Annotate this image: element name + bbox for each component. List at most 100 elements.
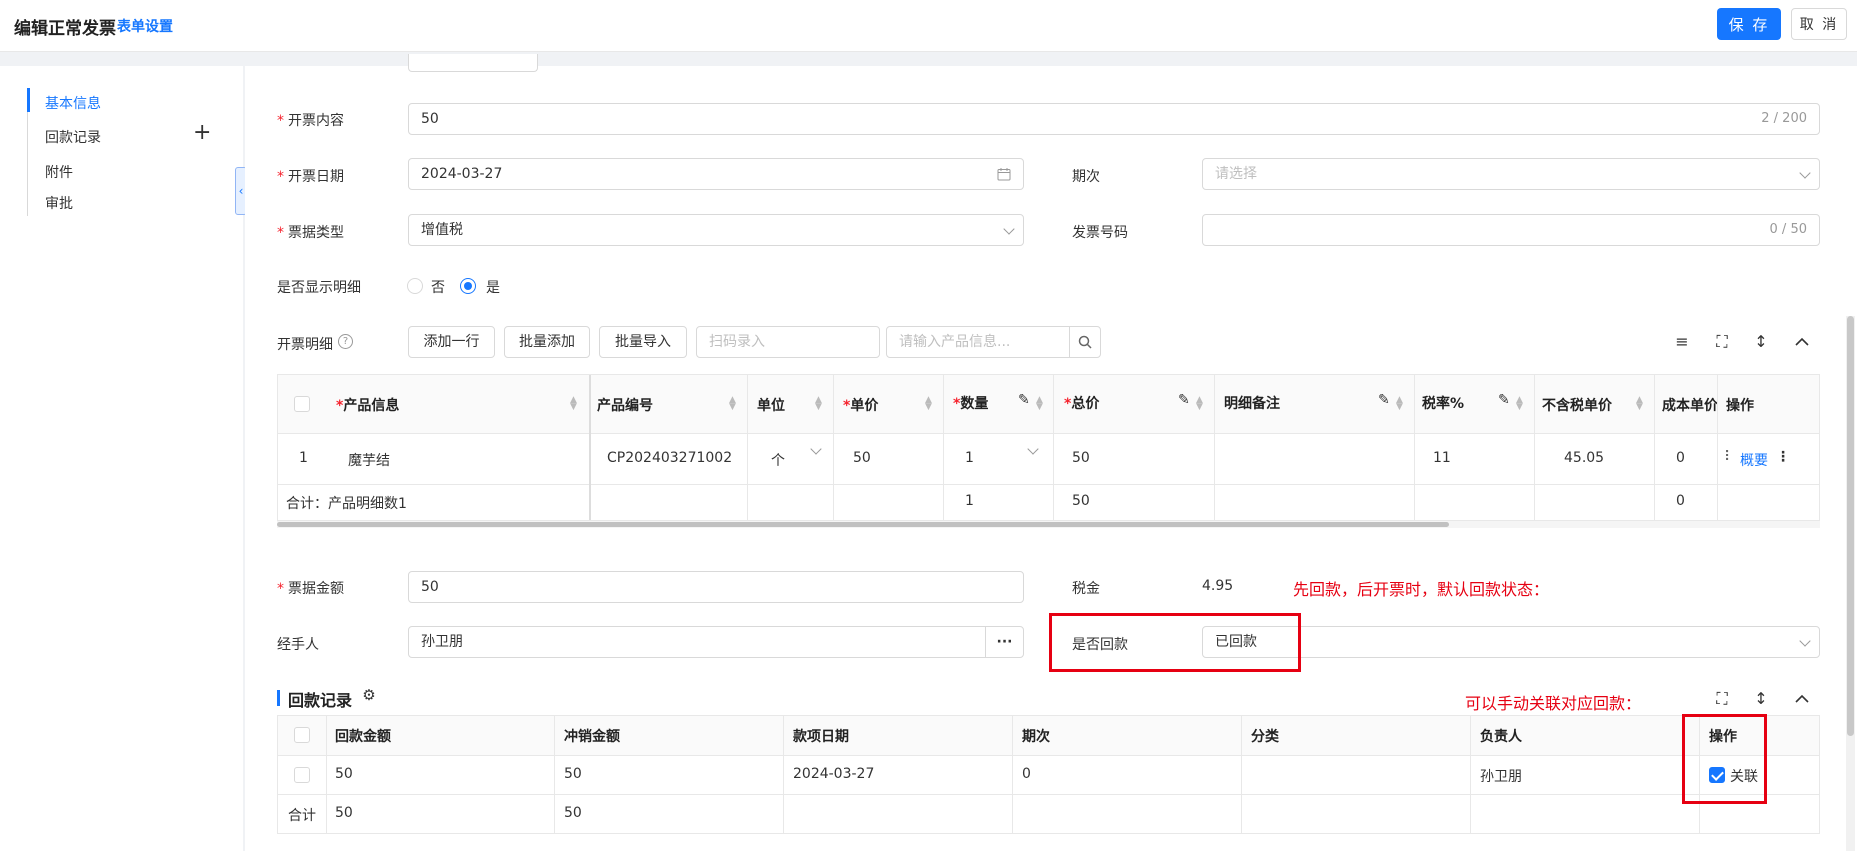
header-net-price[interactable]: 不含税单价 (1542, 395, 1612, 415)
nav-item-basic-info[interactable]: 基本信息 (45, 93, 101, 113)
edit-icon[interactable]: ✎ (1498, 392, 1510, 408)
show-detail-no-radio[interactable] (407, 278, 423, 294)
sort-icon[interactable]: ▲ ▼ (1196, 396, 1203, 412)
scan-input[interactable]: 扫码录入 (696, 326, 880, 358)
header-product-info[interactable]: *产品信息 (336, 395, 399, 415)
sort-icon[interactable]: ▲ ▼ (1396, 396, 1403, 412)
chevron-down-icon[interactable] (1027, 443, 1039, 455)
left-nav: 基本信息 回款记录 + 附件 审批 (0, 66, 243, 851)
payment-row-date: 2024-03-27 (793, 766, 875, 782)
header-payment-date[interactable]: 款项日期 (793, 726, 849, 746)
row-product[interactable]: 魔芋结 (348, 450, 390, 470)
chevron-down-icon (1799, 635, 1811, 647)
header-price[interactable]: *单价 (843, 395, 878, 415)
chevron-down-icon[interactable] (810, 443, 822, 455)
row-unit[interactable]: 个 (771, 450, 785, 470)
sort-icon[interactable]: ▲ ▼ (1036, 396, 1043, 412)
search-button[interactable] (1069, 326, 1101, 358)
sort-icon[interactable]: ▲ ▼ (815, 396, 822, 412)
payment-summary-offset: 50 (564, 805, 582, 821)
show-detail-yes-radio[interactable] (460, 278, 476, 294)
save-button[interactable]: 保 存 (1717, 8, 1781, 40)
collapse-section-icon[interactable] (1792, 332, 1812, 351)
edit-icon[interactable]: ✎ (1018, 392, 1030, 408)
form-settings-link[interactable]: 表单设置 (117, 16, 173, 36)
payment-summary-amount: 50 (335, 805, 353, 821)
payment-row-owner: 孙卫朋 (1480, 769, 1522, 785)
amount-input[interactable]: 50 (408, 571, 1024, 603)
row-height-icon[interactable]: ≡ (1672, 332, 1692, 351)
invoice-no-input[interactable]: 0 / 50 (1202, 214, 1820, 246)
more-actions-icon[interactable]: ⋮ (1776, 449, 1790, 465)
header-total[interactable]: *总价 (1064, 393, 1099, 413)
header-category[interactable]: 分类 (1251, 726, 1279, 746)
fullscreen-icon[interactable]: ⛶ (1712, 332, 1732, 352)
row-tax-rate[interactable]: 11 (1433, 450, 1451, 466)
sort-icon[interactable]: ▲ ▼ (1516, 396, 1523, 412)
settings-icon[interactable]: ⚙ (359, 686, 379, 704)
search-icon (1078, 335, 1092, 349)
sort-icon[interactable]: ▲ ▼ (570, 396, 577, 412)
row-summary-link[interactable]: 概要 (1740, 450, 1768, 470)
annotation-default-paid-status: 先回款，后开票时，默认回款状态： (1293, 580, 1550, 599)
header-product-code[interactable]: 产品编号 (597, 395, 653, 415)
header-remark[interactable]: 明细备注 (1224, 393, 1280, 413)
tax-value: 4.95 (1202, 578, 1234, 594)
batch-import-button[interactable]: 批量导入 (599, 326, 687, 358)
header-tax-rate[interactable]: 税率% (1422, 393, 1464, 413)
batch-add-button[interactable]: 批量添加 (504, 326, 590, 358)
row-qty[interactable]: 1 (965, 450, 974, 466)
nav-item-payment-records[interactable]: 回款记录 (45, 127, 101, 147)
vertical-scrollbar-thumb[interactable] (1847, 316, 1854, 736)
row-net-price: 45.05 (1564, 450, 1605, 466)
handler-label: 经手人 (277, 637, 319, 653)
horizontal-scrollbar-track[interactable] (277, 521, 1820, 528)
select-all-checkbox[interactable] (294, 396, 310, 412)
add-payment-record-icon[interactable]: + (193, 122, 211, 144)
expand-vertical-icon[interactable]: ↕ (1751, 332, 1771, 351)
header-qty[interactable]: *数量 (953, 393, 988, 413)
fullscreen-icon[interactable]: ⛶ (1712, 689, 1732, 709)
invoice-no-label: 发票号码 (1072, 225, 1128, 241)
sort-icon[interactable]: ▲ ▼ (1636, 396, 1643, 412)
add-row-button[interactable]: 添加一行 (408, 326, 495, 358)
collapse-section-icon[interactable] (1792, 689, 1812, 708)
summary-label: 合计：产品明细数1 (286, 496, 407, 512)
tax-label: 税金 (1072, 581, 1100, 597)
header-period[interactable]: 期次 (1022, 726, 1050, 746)
handler-input[interactable]: 孙卫朋 ··· (408, 626, 1024, 658)
edit-icon[interactable]: ✎ (1178, 392, 1190, 408)
header-owner[interactable]: 负责人 (1480, 726, 1522, 746)
chevron-down-icon (1799, 167, 1811, 179)
sort-icon[interactable]: ▲ ▼ (925, 396, 932, 412)
main-form: * 开票内容 50 2 / 200 * 开票日期 2024-03-27 期次 请选择… (245, 54, 1857, 851)
header-cost[interactable]: 成本单价 (1662, 395, 1717, 415)
date-picker[interactable]: 2024-03-27 (408, 158, 1024, 190)
content-input[interactable]: 50 2 / 200 (408, 103, 1820, 135)
period-select[interactable]: 请选择 (1202, 158, 1820, 190)
nav-item-attachments[interactable]: 附件 (45, 162, 73, 182)
nav-active-indicator (27, 88, 30, 112)
row-price[interactable]: 50 (853, 450, 871, 466)
type-select[interactable]: 增值税 (408, 214, 1024, 246)
header-payment-amount[interactable]: 回款金额 (335, 726, 391, 746)
select-all-checkbox[interactable] (294, 727, 310, 743)
expand-vertical-icon[interactable]: ↕ (1751, 689, 1771, 708)
row-checkbox[interactable] (294, 767, 310, 783)
help-icon: ? (338, 334, 353, 349)
drag-handle-icon[interactable]: ⠇ (1724, 449, 1734, 465)
edit-icon[interactable]: ✎ (1378, 392, 1390, 408)
vertical-scrollbar[interactable] (1846, 316, 1855, 851)
product-search-input[interactable]: 请输入产品信息... (886, 326, 1070, 358)
handler-picker-button[interactable]: ··· (985, 627, 1023, 657)
show-detail-no-label: 否 (431, 280, 445, 296)
row-total[interactable]: 50 (1072, 450, 1090, 466)
nav-item-approval[interactable]: 审批 (45, 193, 73, 213)
content-char-count: 2 / 200 (1761, 111, 1807, 126)
horizontal-scrollbar-thumb[interactable] (277, 522, 1449, 527)
header-offset-amount[interactable]: 冲销金额 (564, 726, 620, 746)
partial-field[interactable] (408, 54, 538, 72)
header-unit[interactable]: 单位 (757, 395, 785, 415)
sort-icon[interactable]: ▲ ▼ (729, 396, 736, 412)
cancel-button[interactable]: 取 消 (1791, 8, 1847, 40)
